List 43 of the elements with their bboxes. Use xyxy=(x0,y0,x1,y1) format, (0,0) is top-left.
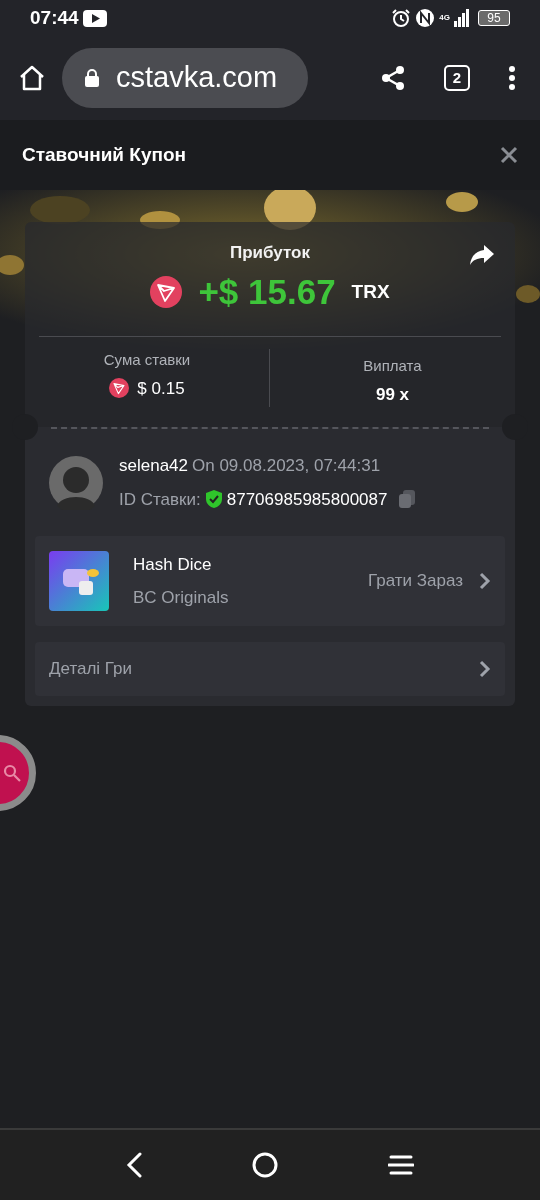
modal-title: Ставочний Купон xyxy=(22,142,187,167)
back-icon[interactable] xyxy=(126,1152,142,1178)
user-avatar xyxy=(49,455,103,510)
share-icon[interactable] xyxy=(380,65,406,91)
signal-icon xyxy=(454,9,470,27)
stat-label: Сума ставки xyxy=(102,350,192,370)
home-circle-icon[interactable] xyxy=(252,1152,278,1178)
profit-label: Прибуток xyxy=(230,242,310,264)
network-type: 4G xyxy=(439,12,450,24)
profit-amount: +$ 15.67 xyxy=(198,270,336,313)
nfc-icon xyxy=(415,8,436,28)
battery-indicator: 95 xyxy=(478,10,510,26)
chevron-right-icon xyxy=(479,572,491,590)
video-icon xyxy=(82,9,107,27)
menu-icon[interactable] xyxy=(508,65,516,91)
play-now-link[interactable]: Грати Зараз xyxy=(367,568,463,594)
stat-value: $ 0.15 xyxy=(137,377,185,400)
search-icon xyxy=(3,763,23,783)
bet-id: 87706985985800087 xyxy=(226,488,388,511)
tron-coin-icon xyxy=(109,378,130,399)
clock-time: 07:44 xyxy=(30,5,79,30)
address-bar[interactable]: cstavka.com xyxy=(62,48,308,108)
bet-id-label: ID Ставки: xyxy=(119,488,201,511)
username: selena42 xyxy=(119,455,188,477)
tron-coin-icon xyxy=(150,275,183,308)
recent-apps-icon[interactable] xyxy=(388,1154,414,1176)
game-details-row[interactable]: Деталі Гри xyxy=(35,642,505,696)
copy-icon[interactable] xyxy=(397,489,418,510)
tab-count-button[interactable]: 2 xyxy=(444,65,470,91)
stat-value: 99 x xyxy=(375,383,410,406)
game-row[interactable]: Hash Dice BC Originals Грати Зараз xyxy=(35,536,505,626)
game-name: Hash Dice xyxy=(133,553,213,576)
bet-date: On 09.08.2023, 07:44:31 xyxy=(192,455,381,477)
game-thumbnail xyxy=(49,551,109,611)
close-icon[interactable] xyxy=(500,146,518,164)
stat-label: Виплата xyxy=(362,356,423,376)
share-arrow-icon[interactable] xyxy=(469,244,495,266)
lock-icon xyxy=(84,68,100,88)
home-icon[interactable] xyxy=(18,64,46,92)
game-provider: BC Originals xyxy=(133,587,229,609)
chevron-right-icon xyxy=(479,660,491,678)
currency-code: TRX xyxy=(351,279,390,304)
alarm-icon xyxy=(391,8,412,28)
